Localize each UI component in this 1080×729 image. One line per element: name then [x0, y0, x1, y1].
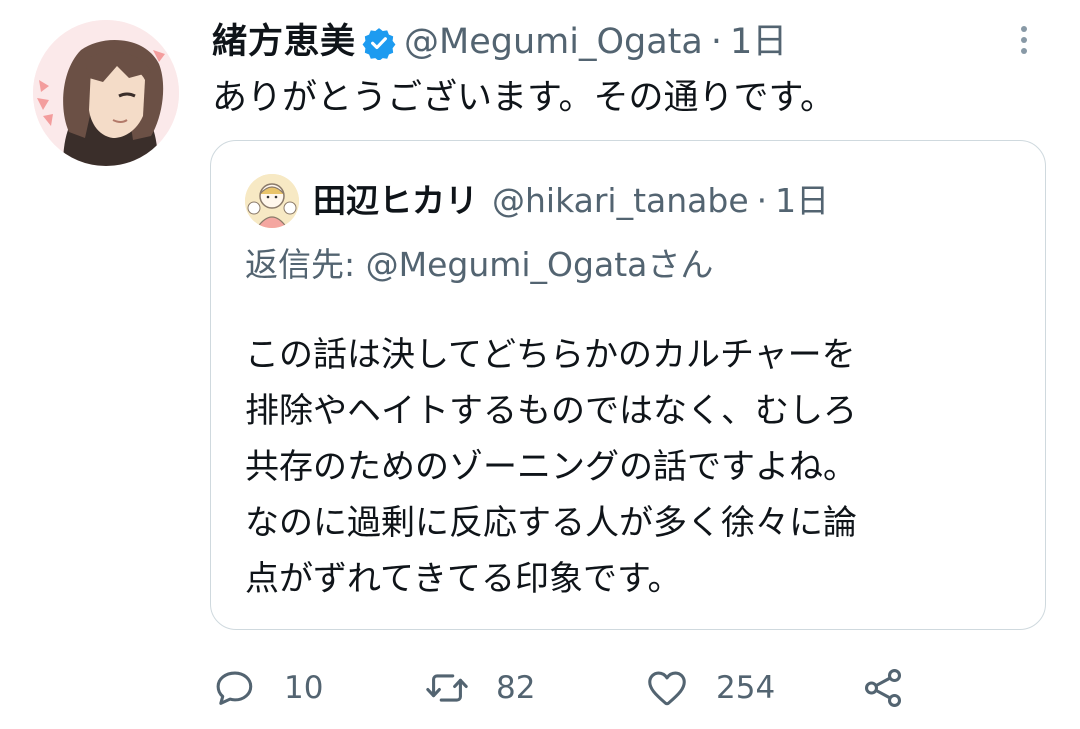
quoted-text-line: 点がずれてきてる印象です。: [245, 559, 682, 599]
quoted-text-line: 排除やヘイトするものではなく、むしろ: [245, 391, 857, 431]
tweet-timestamp[interactable]: 1日: [730, 18, 787, 66]
tweet-actions: 10 82 254: [212, 660, 932, 716]
more-vertical-icon[interactable]: [1012, 20, 1036, 60]
quoted-tweet-text: この話は決してどちらかのカルチャーを 排除やヘイトするものではなく、むしろ 共存…: [245, 327, 857, 607]
retweet-icon: [426, 674, 468, 702]
tweet-header: 緒方恵美 @Megumi_Ogata · 1日: [212, 18, 787, 66]
author-avatar[interactable]: [33, 20, 179, 166]
author-display-name[interactable]: 緒方恵美: [212, 18, 356, 66]
quoted-tweet-card[interactable]: 田辺ヒカリ @hikari_tanabe · 1日 返信先: @Megumi_O…: [210, 140, 1046, 630]
retweet-button[interactable]: 82: [424, 660, 535, 716]
quoted-text-line: この話は決してどちらかのカルチャーを: [245, 335, 856, 375]
heart-icon: [648, 671, 686, 706]
separator-dot: ·: [756, 181, 768, 220]
separator-dot: ·: [710, 22, 722, 62]
like-count: 254: [716, 670, 776, 706]
share-icon: [864, 669, 902, 707]
like-button[interactable]: 254: [644, 660, 775, 716]
verified-badge-icon: [362, 25, 396, 61]
reply-button[interactable]: 10: [212, 660, 323, 716]
quoted-author-avatar[interactable]: [245, 174, 299, 228]
tweet-text: ありがとうございます。その通りです。: [212, 78, 836, 118]
quoted-author-handle[interactable]: @hikari_tanabe: [492, 177, 749, 225]
share-button[interactable]: [860, 660, 906, 716]
reply-count: 10: [284, 670, 324, 706]
reply-bubble-icon: [216, 671, 253, 705]
quoted-tweet-header: 田辺ヒカリ @hikari_tanabe · 1日: [245, 174, 829, 228]
quoted-text-line: 共存のためのゾーニングの話ですよね。: [245, 447, 857, 487]
quoted-tweet-timestamp[interactable]: 1日: [775, 177, 829, 225]
author-handle[interactable]: @Megumi_Ogata: [404, 18, 703, 66]
reply-to-label: 返信先: @Megumi_Ogataさん: [245, 245, 714, 284]
quoted-author-display-name[interactable]: 田辺ヒカリ: [313, 177, 478, 225]
retweet-count: 82: [496, 670, 536, 706]
quoted-text-line: なのに過剰に反応する人が多く徐々に論: [245, 503, 857, 543]
